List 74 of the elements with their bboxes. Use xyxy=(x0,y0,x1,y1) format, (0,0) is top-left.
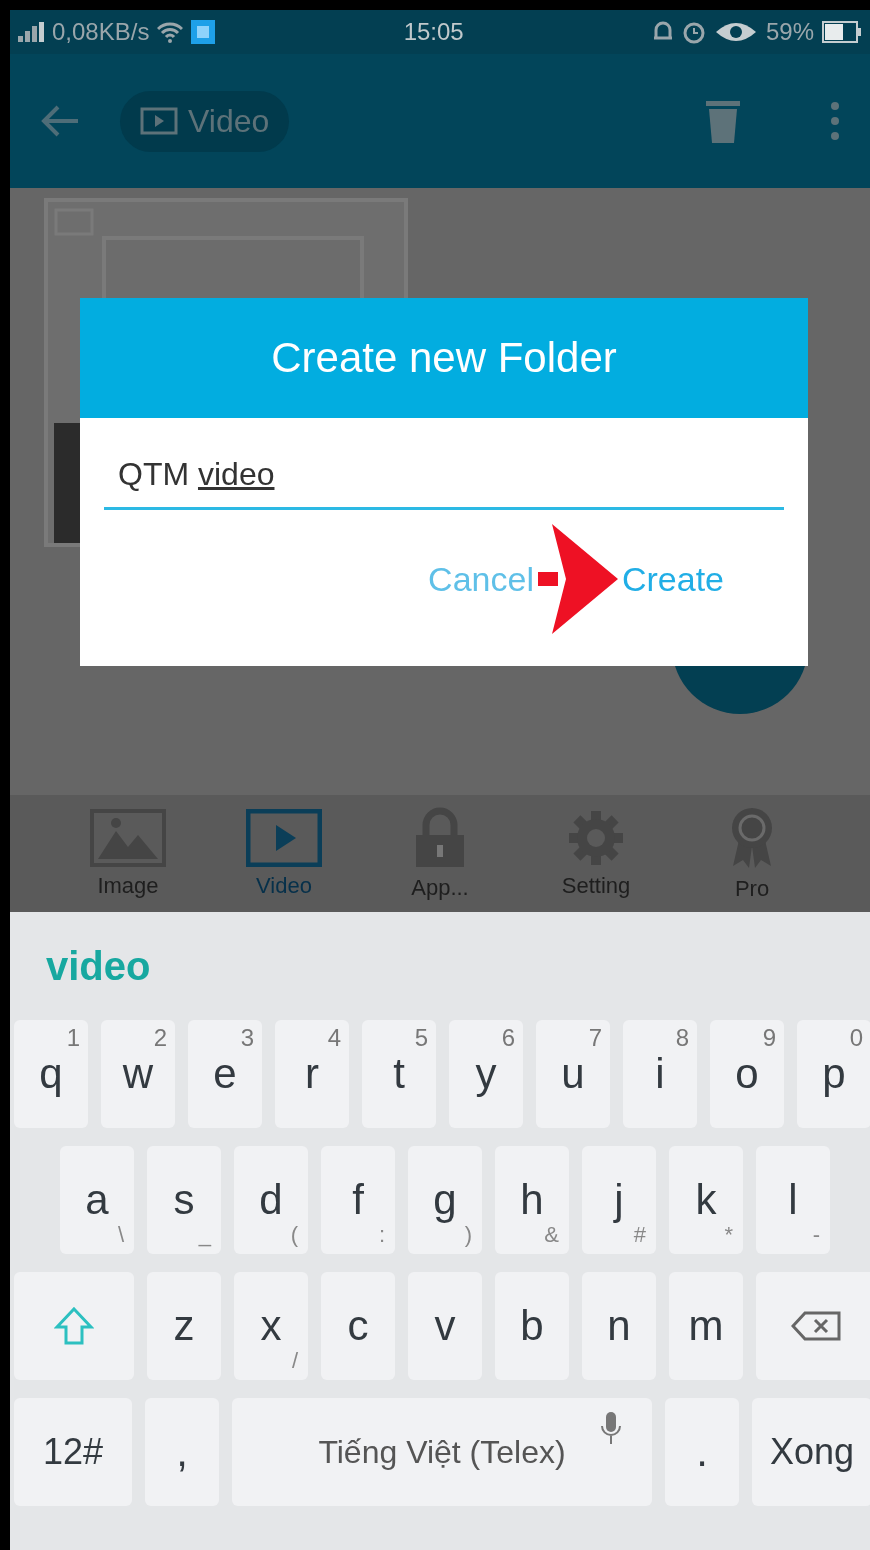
keyboard-key[interactable]: e 3 xyxy=(188,1020,262,1128)
key-symbol-hint: / xyxy=(291,1348,298,1374)
key-number-hint: 8 xyxy=(675,1024,689,1052)
shift-icon xyxy=(54,1306,94,1346)
numbers-key[interactable]: 12# xyxy=(14,1398,132,1506)
folder-name-field[interactable]: QTM video xyxy=(104,456,784,510)
keyboard-key[interactable]: l - xyxy=(756,1146,830,1254)
keyboard-key[interactable]: x / xyxy=(234,1272,308,1380)
lock-icon xyxy=(414,806,466,869)
keyboard-key[interactable]: y 6 xyxy=(449,1020,523,1128)
key-number-hint: 9 xyxy=(762,1024,776,1052)
keyboard-key[interactable]: s _ xyxy=(147,1146,221,1254)
keyboard-key[interactable]: h & xyxy=(495,1146,569,1254)
keyboard-key[interactable]: q 1 xyxy=(14,1020,88,1128)
video-icon xyxy=(140,107,178,135)
video-icon xyxy=(246,808,322,867)
keyboard-key[interactable]: n xyxy=(582,1272,656,1380)
wifi-icon xyxy=(157,21,184,43)
signal-icon xyxy=(18,22,44,42)
key-symbol-hint: - xyxy=(812,1222,820,1248)
key-symbol-hint: \ xyxy=(117,1222,124,1248)
notification-icon xyxy=(191,20,216,44)
key-number-hint: 0 xyxy=(849,1024,863,1052)
keyboard-key[interactable]: c xyxy=(321,1272,395,1380)
key-number-hint: 5 xyxy=(414,1024,428,1052)
key-symbol-hint: ( xyxy=(290,1222,298,1248)
key-number-hint: 3 xyxy=(240,1024,254,1052)
trash-icon[interactable] xyxy=(706,99,740,143)
comma-key[interactable]: , xyxy=(145,1398,219,1506)
backspace-icon xyxy=(791,1311,841,1341)
key-number-hint: 1 xyxy=(66,1024,80,1052)
key-number-hint: 6 xyxy=(501,1024,515,1052)
keyboard-key[interactable]: a \ xyxy=(60,1146,134,1254)
shift-key[interactable] xyxy=(14,1272,134,1380)
battery-percent: 59% xyxy=(765,18,814,46)
keyboard-key[interactable]: m xyxy=(669,1272,743,1380)
keyboard-key[interactable]: t 5 xyxy=(362,1020,436,1128)
space-key[interactable]: Tiếng Việt (Telex) xyxy=(232,1398,652,1506)
key-number-hint: 7 xyxy=(588,1024,602,1052)
keyboard-key[interactable]: v xyxy=(408,1272,482,1380)
keyboard-key[interactable]: u 7 xyxy=(536,1020,610,1128)
keyboard-key[interactable]: j # xyxy=(582,1146,656,1254)
keyboard-key[interactable]: z xyxy=(147,1272,221,1380)
more-options-icon[interactable] xyxy=(830,101,840,141)
back-arrow-icon[interactable] xyxy=(40,104,80,138)
keyboard-key[interactable]: g ) xyxy=(408,1146,482,1254)
key-symbol-hint: # xyxy=(633,1222,646,1248)
keyboard-key[interactable]: d ( xyxy=(234,1146,308,1254)
period-key[interactable]: . xyxy=(665,1398,739,1506)
key-symbol-hint: & xyxy=(544,1222,559,1248)
battery-icon xyxy=(822,21,862,43)
key-number-hint: 4 xyxy=(327,1024,341,1052)
keyboard-key[interactable]: f : xyxy=(321,1146,395,1254)
network-speed: 0,08KB/s xyxy=(52,18,150,46)
keyboard-key[interactable]: p 0 xyxy=(797,1020,870,1128)
keyboard-key[interactable]: w 2 xyxy=(101,1020,175,1128)
key-symbol-hint: : xyxy=(378,1222,385,1248)
keyboard-key[interactable]: i 8 xyxy=(623,1020,697,1128)
done-key[interactable]: Xong xyxy=(752,1398,870,1506)
keyboard-key[interactable]: r 4 xyxy=(275,1020,349,1128)
arrow-icon xyxy=(537,524,618,634)
keyboard-key[interactable]: b xyxy=(495,1272,569,1380)
keyboard-key[interactable]: k * xyxy=(669,1146,743,1254)
backspace-key[interactable] xyxy=(756,1272,870,1380)
microphone-icon xyxy=(600,1412,622,1446)
key-symbol-hint: * xyxy=(724,1222,733,1248)
folder-title: Video xyxy=(188,102,270,140)
dialog-title: Create new Folder xyxy=(80,298,808,418)
clock-time: 15:05 xyxy=(403,18,464,46)
key-symbol-hint: _ xyxy=(198,1222,211,1248)
key-number-hint: 2 xyxy=(153,1024,167,1052)
keyboard-key[interactable]: o 9 xyxy=(710,1020,784,1128)
alarm-icon xyxy=(681,20,706,44)
key-symbol-hint: ) xyxy=(464,1222,472,1248)
